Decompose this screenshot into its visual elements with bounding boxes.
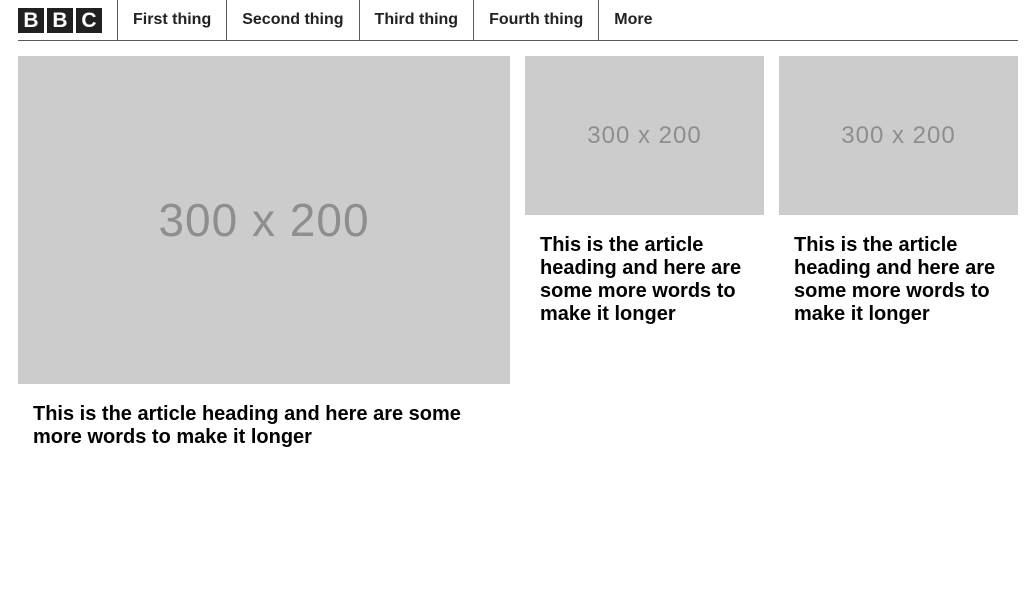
article-heading[interactable]: This is the article heading and here are… (779, 234, 1018, 326)
lead-article: 300 x 200 This is the article heading an… (18, 56, 510, 449)
logo-letter: B (18, 7, 44, 33)
nav-item-first-thing[interactable]: First thing (118, 0, 228, 40)
logo-letter: B (47, 7, 73, 33)
site-header: B B C First thing Second thing Third thi… (18, 0, 1018, 41)
article-image-placeholder[interactable]: 300 x 200 (779, 56, 1018, 215)
main-nav: First thing Second thing Third thing Fou… (118, 0, 668, 40)
side-article: 300 x 200 This is the article heading an… (779, 56, 1018, 326)
placeholder-label: 300 x 200 (841, 121, 956, 149)
nav-item-more[interactable]: More (599, 0, 667, 40)
side-article: 300 x 200 This is the article heading an… (525, 56, 764, 326)
placeholder-label: 300 x 200 (587, 121, 702, 149)
logo-letter: C (76, 7, 102, 33)
placeholder-label: 300 x 200 (158, 194, 370, 246)
article-heading[interactable]: This is the article heading and here are… (18, 403, 510, 449)
nav-item-fourth-thing[interactable]: Fourth thing (474, 0, 600, 40)
page: B B C First thing Second thing Third thi… (0, 0, 1035, 598)
nav-item-second-thing[interactable]: Second thing (227, 0, 360, 40)
article-image-placeholder[interactable]: 300 x 200 (525, 56, 764, 215)
article-image-placeholder[interactable]: 300 x 200 (18, 56, 510, 384)
bbc-logo[interactable]: B B C (18, 0, 118, 40)
article-heading[interactable]: This is the article heading and here are… (525, 234, 764, 326)
nav-item-third-thing[interactable]: Third thing (360, 0, 475, 40)
